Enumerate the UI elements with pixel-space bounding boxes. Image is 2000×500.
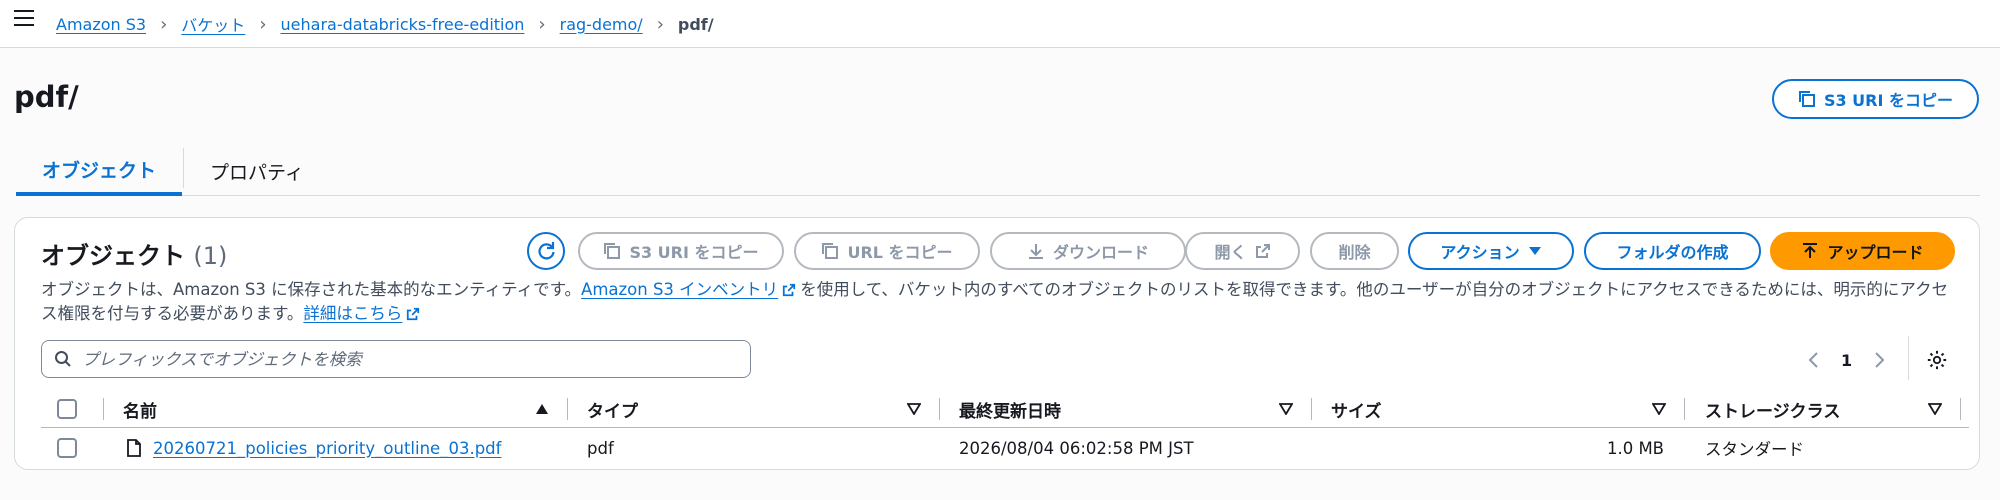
actions-dropdown-button[interactable]: アクション <box>1408 232 1574 270</box>
breadcrumb-current: pdf/ <box>677 14 714 34</box>
object-modified: 2026/08/04 06:02:58 PM JST <box>959 438 1194 458</box>
download-icon <box>1028 244 1043 259</box>
chevron-right-icon: › <box>259 13 267 35</box>
chevron-left-icon[interactable] <box>1807 351 1819 369</box>
search-box <box>41 340 751 378</box>
breadcrumb-s3[interactable]: Amazon S3 <box>56 15 146 34</box>
column-divider <box>1311 398 1312 420</box>
copy-url-button[interactable]: URL をコピー <box>794 232 980 270</box>
copy-s3-uri-header-label: S3 URI をコピー <box>1823 91 1954 110</box>
pagination-divider <box>1908 336 1909 380</box>
download-button[interactable]: ダウンロード <box>990 232 1186 270</box>
column-header-name[interactable]: 名前 <box>123 390 157 428</box>
upload-icon <box>1803 243 1818 258</box>
column-header-type[interactable]: タイプ <box>587 390 638 428</box>
copy-s3-uri-button[interactable]: S3 URI をコピー <box>578 232 784 270</box>
caret-down-icon <box>1528 247 1541 255</box>
external-link-icon <box>783 283 796 297</box>
page-number[interactable]: 1 <box>1841 351 1852 370</box>
objects-count: (1) <box>193 242 228 270</box>
description-part1: オブジェクトは、Amazon S3 に保存された基本的なエンティティです。 <box>41 280 582 299</box>
s3-inventory-link[interactable]: Amazon S3 インベントリ <box>581 280 800 299</box>
sort-ascending-icon[interactable] <box>535 403 549 415</box>
refresh-button[interactable] <box>527 232 565 270</box>
object-type: pdf <box>587 438 614 458</box>
create-folder-label: フォルダの作成 <box>1616 243 1729 262</box>
column-divider <box>939 398 940 420</box>
objects-description: オブジェクトは、Amazon S3 に保存された基本的なエンティティです。Ama… <box>41 278 1961 326</box>
select-all-checkbox[interactable] <box>57 399 77 419</box>
search-input[interactable] <box>82 349 722 369</box>
object-name-link[interactable]: 20260721_policies_priority_outline_03.pd… <box>153 439 501 458</box>
external-link-icon <box>407 307 420 321</box>
copy-icon <box>604 243 621 259</box>
download-label: ダウンロード <box>1052 243 1149 262</box>
open-label: 開く <box>1214 243 1247 262</box>
sort-icon[interactable] <box>1279 403 1293 415</box>
create-folder-button[interactable]: フォルダの作成 <box>1584 232 1761 270</box>
column-header-storage-class[interactable]: ストレージクラス <box>1705 390 1840 428</box>
external-link-icon <box>1255 244 1270 258</box>
sort-icon[interactable] <box>1652 403 1666 415</box>
delete-button[interactable]: 削除 <box>1310 232 1399 270</box>
tab-divider <box>183 148 184 188</box>
actions-label: アクション <box>1440 243 1520 262</box>
tab-list: オブジェクト プロパティ <box>16 146 1980 196</box>
tab-objects[interactable]: オブジェクト <box>16 146 182 196</box>
column-divider <box>567 398 568 420</box>
column-divider <box>1684 398 1685 420</box>
objects-title-text: オブジェクト <box>41 242 185 270</box>
copy-s3-uri-label: S3 URI をコピー <box>629 243 759 262</box>
refresh-icon <box>538 242 555 260</box>
row-checkbox[interactable] <box>57 438 77 458</box>
learn-more-link-text: 詳細はこちら <box>303 304 403 323</box>
upload-label: アップロード <box>1827 243 1924 262</box>
object-storage-class: スタンダード <box>1705 440 1804 459</box>
column-header-size[interactable]: サイズ <box>1331 390 1382 428</box>
breadcrumb-buckets[interactable]: バケット <box>181 12 245 36</box>
copy-s3-uri-header-button[interactable]: S3 URI をコピー <box>1772 79 1979 119</box>
chevron-right-icon: › <box>656 13 664 35</box>
copy-icon <box>822 243 839 259</box>
open-button[interactable]: 開く <box>1185 232 1300 270</box>
menu-icon[interactable] <box>14 10 34 28</box>
object-size: 1.0 MB <box>1606 438 1664 458</box>
column-divider <box>1960 398 1961 420</box>
pagination: 1 <box>1807 342 1886 378</box>
copy-url-label: URL をコピー <box>847 243 953 262</box>
chevron-right-icon[interactable] <box>1874 351 1886 369</box>
learn-more-link[interactable]: 詳細はこちら <box>303 304 424 323</box>
table-header: 名前 タイプ 最終更新日時 サイズ ストレージクラス <box>41 390 1969 428</box>
breadcrumb: Amazon S3 › バケット › uehara-databricks-fre… <box>56 12 714 36</box>
top-bar: Amazon S3 › バケット › uehara-databricks-fre… <box>0 0 2000 48</box>
breadcrumb-folder[interactable]: rag-demo/ <box>560 15 643 34</box>
column-divider <box>103 398 104 420</box>
objects-panel: オブジェクト (1) S3 URI をコピー URL をコピー ダウンロード 開… <box>14 217 1980 470</box>
s3-inventory-link-text: Amazon S3 インベントリ <box>581 280 779 299</box>
chevron-right-icon: › <box>538 13 546 35</box>
sort-icon[interactable] <box>1928 403 1942 415</box>
settings-button[interactable] <box>1921 344 1953 376</box>
search-icon <box>55 351 71 367</box>
chevron-right-icon: › <box>160 13 168 35</box>
objects-panel-title: オブジェクト (1) <box>41 236 227 271</box>
file-icon <box>127 439 141 457</box>
tab-properties[interactable]: プロパティ <box>210 146 304 196</box>
page-title: pdf/ <box>14 80 79 114</box>
delete-label: 削除 <box>1338 243 1371 262</box>
column-header-modified[interactable]: 最終更新日時 <box>959 390 1061 428</box>
sort-icon[interactable] <box>907 403 921 415</box>
upload-button[interactable]: アップロード <box>1770 232 1955 270</box>
copy-icon <box>1798 91 1815 107</box>
breadcrumb-bucket[interactable]: uehara-databricks-free-edition <box>281 15 525 34</box>
gear-icon <box>1927 350 1947 370</box>
table-row[interactable]: 20260721_policies_priority_outline_03.pd… <box>41 429 1969 467</box>
